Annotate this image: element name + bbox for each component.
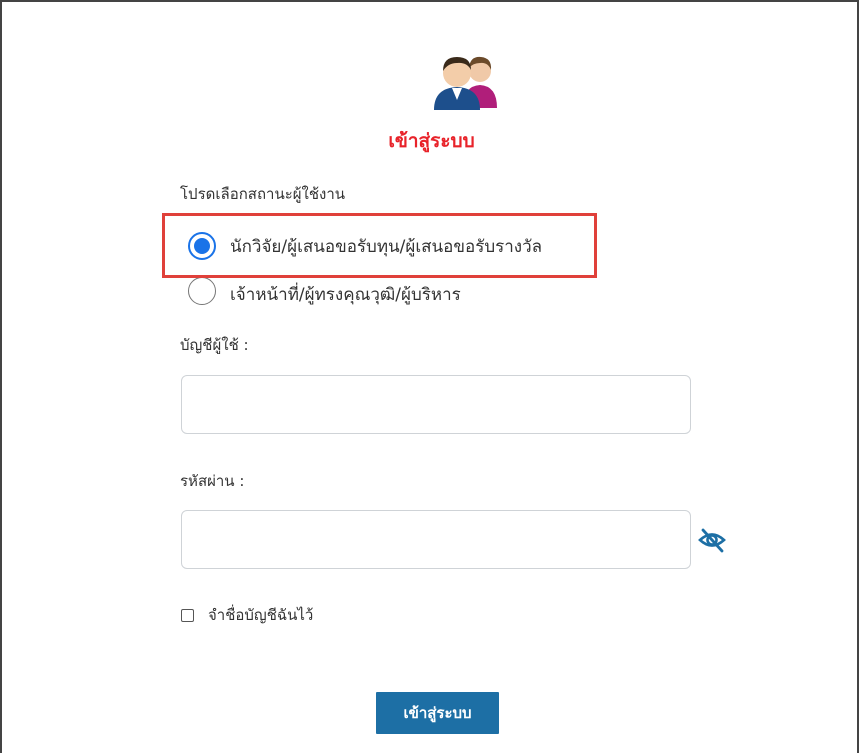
role-option-staff[interactable]: เจ้าหน้าที่/ผู้ทรงคุณวุฒิ/ผู้บริหาร (188, 273, 461, 308)
role-staff-label: เจ้าหน้าที่/ผู้ทรงคุณวุฒิ/ผู้บริหาร (230, 285, 461, 305)
password-input[interactable] (181, 510, 691, 569)
users-avatar-icon (434, 56, 497, 110)
password-label: รหัสผ่าน : (180, 472, 245, 490)
username-label: บัญชีผู้ใช้ : (180, 336, 249, 354)
username-input[interactable] (181, 375, 691, 434)
login-title: เข้าสู่ระบบ (388, 130, 475, 152)
remember-me-label: จำชื่อบัญชีฉันไว้ (208, 606, 314, 624)
role-researcher-radio[interactable] (188, 232, 216, 260)
login-page: เข้าสู่ระบบ โปรดเลือกสถานะผู้ใช้งาน นักว… (0, 0, 859, 753)
role-prompt-label: โปรดเลือกสถานะผู้ใช้งาน (180, 185, 346, 203)
role-option-researcher[interactable]: นักวิจัย/ผู้เสนอขอรับทุน/ผู้เสนอขอรับราง… (188, 232, 542, 260)
login-submit-button[interactable]: เข้าสู่ระบบ (376, 692, 499, 734)
role-researcher-label: นักวิจัย/ผู้เสนอขอรับทุน/ผู้เสนอขอรับราง… (230, 236, 543, 257)
remember-me-option[interactable]: จำชื่อบัญชีฉันไว้ (181, 603, 313, 627)
remember-me-checkbox[interactable] (181, 608, 194, 622)
role-staff-radio[interactable] (188, 276, 216, 305)
eye-slash-icon[interactable] (697, 525, 727, 555)
